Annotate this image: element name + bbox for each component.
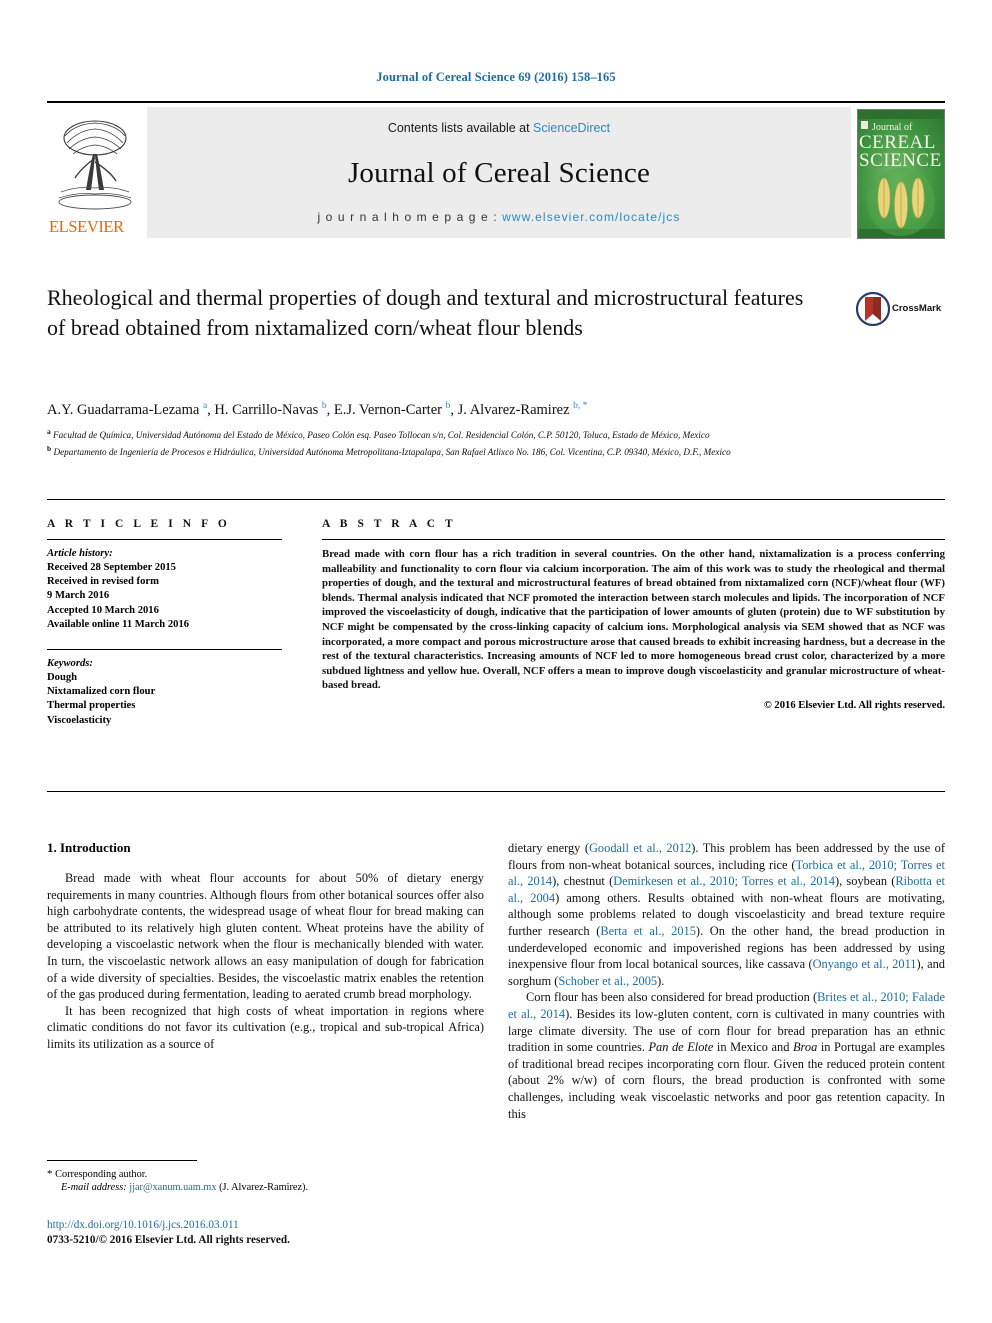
affiliation-marker: b (47, 443, 52, 453)
paper-title: Rheological and thermal properties of do… (47, 285, 804, 340)
body-column-right: dietary energy (Goodall et al., 2012). T… (508, 840, 945, 1122)
keyword-item: Viscoelasticity (47, 714, 112, 726)
article-info-divider (47, 539, 282, 540)
elsevier-wordmark: ELSEVIER (49, 217, 124, 236)
journal-title: Journal of Cereal Science (347, 157, 651, 189)
keyword-list: Dough Nixtamalized corn flour Thermal pr… (47, 671, 282, 728)
keyword-item: Nixtamalized corn flour (47, 686, 156, 698)
elsevier-logo: ELSEVIER (47, 107, 143, 238)
abstract-heading: A B S T R A C T (322, 518, 457, 530)
homepage-url-link[interactable]: www.elsevier.com/locate/jcs (502, 210, 680, 224)
body-paragraph-corn-flour: Corn flour has been also considered for … (508, 990, 946, 1121)
masthead-center-band: Contents lists available at ScienceDirec… (147, 107, 851, 238)
keywords-divider (47, 649, 282, 651)
footnote-rule (47, 1160, 197, 1161)
abstract-divider (322, 539, 945, 540)
footnote-line-email: E-mail address: jjar@xanum.uam.mx (J. Al… (47, 1181, 484, 1194)
affiliation-item: a Facultad de Química, Universidad Autón… (47, 427, 710, 441)
keyword-item: Thermal properties (47, 700, 136, 712)
affiliation-list: a Facultad de Química, Universidad Autón… (47, 426, 937, 459)
body-paragraph-citations: dietary energy (Goodall et al., 2012). T… (508, 841, 946, 988)
corresponding-author-text: Corresponding author. (55, 1169, 148, 1180)
info-section-top-rule (47, 499, 945, 500)
article-page: Journal of Cereal Science 69 (2016) 158–… (0, 0, 992, 1323)
asterisk-icon: * (47, 1168, 53, 1180)
sciencedirect-link[interactable]: ScienceDirect (533, 121, 610, 135)
svg-text:SCIENCE: SCIENCE (859, 150, 942, 171)
body-paragraph: It has been recognized that high costs o… (47, 1003, 484, 1051)
article-info-heading: A R T I C L E I N F O (47, 518, 231, 530)
keyword-item: Dough (47, 672, 78, 684)
body-paragraph: Bread made with wheat flour accounts for… (47, 871, 484, 1002)
affiliation-item: b Departamento de Ingeniería de Procesos… (47, 443, 731, 457)
email-owner-text: (J. Alvarez-Ramirez). (219, 1182, 309, 1194)
abstract-copyright: © 2016 Elsevier Ltd. All rights reserved… (763, 699, 945, 711)
history-line: Accepted 10 March 2016 (47, 604, 159, 616)
section-heading-introduction: 1. Introduction (47, 840, 131, 855)
footnote-line-corresponding: * Corresponding author. (47, 1168, 484, 1181)
journal-homepage-line: j o u r n a l h o m e p a g e : www.else… (317, 210, 680, 224)
journal-masthead: ELSEVIER Contents lists available at Sci… (47, 101, 945, 239)
email-link[interactable]: jjar@xanum.uam.mx (129, 1182, 216, 1193)
crossmark-label: CrossMark (892, 303, 942, 314)
crossmark-badge[interactable]: CrossMark (855, 291, 946, 332)
history-line: 9 March 2016 (47, 590, 110, 602)
history-line: Available online 11 March 2016 (47, 618, 190, 630)
contents-list-line: Contents lists available at ScienceDirec… (388, 121, 610, 135)
history-line: Received in revised form (47, 576, 159, 588)
crossmark-icon (855, 291, 891, 327)
body-column-left: 1. Introduction Bread made with wheat fl… (47, 840, 484, 1053)
running-head: Journal of Cereal Science 69 (2016) 158–… (376, 70, 616, 84)
info-section-bottom-rule (47, 791, 945, 792)
doi-and-issn-block: http://dx.doi.org/10.1016/j.jcs.2016.03.… (47, 1218, 487, 1248)
history-line: Received 28 September 2015 (47, 562, 176, 573)
title-block: Rheological and thermal properties of do… (47, 283, 817, 343)
abstract-column: A B S T R A C T Bread made with corn flo… (322, 518, 945, 711)
affiliation-marker: a (47, 427, 51, 436)
elsevier-tree-icon (58, 120, 132, 210)
homepage-label: j o u r n a l h o m e p a g e : (317, 210, 503, 224)
keywords-label: Keywords: (47, 658, 93, 670)
article-info-column: A R T I C L E I N F O Article history: R… (47, 518, 282, 728)
issn-copyright-line: 0733-5210/© 2016 Elsevier Ltd. All right… (47, 1234, 290, 1246)
article-history-label: Article history: (47, 548, 113, 559)
abstract-text: Bread made with corn flour has a rich tr… (322, 548, 945, 692)
journal-cover-thumbnail: Journal of CEREAL SCIENCE (857, 109, 945, 239)
contents-prefix-text: Contents lists available at (387, 121, 534, 135)
doi-link[interactable]: http://dx.doi.org/10.1016/j.jcs.2016.03.… (47, 1218, 487, 1233)
email-address-label: E-mail address: (61, 1182, 127, 1194)
corresponding-author-footnote: * Corresponding author. E-mail address: … (47, 1168, 484, 1195)
article-history-lines: Received 28 September 2015 Received in r… (47, 561, 282, 632)
cover-artwork: Journal of CEREAL SCIENCE (858, 110, 944, 238)
author-list: A.Y. Guadarrama-Lezama a, H. Carrillo-Na… (47, 401, 588, 418)
